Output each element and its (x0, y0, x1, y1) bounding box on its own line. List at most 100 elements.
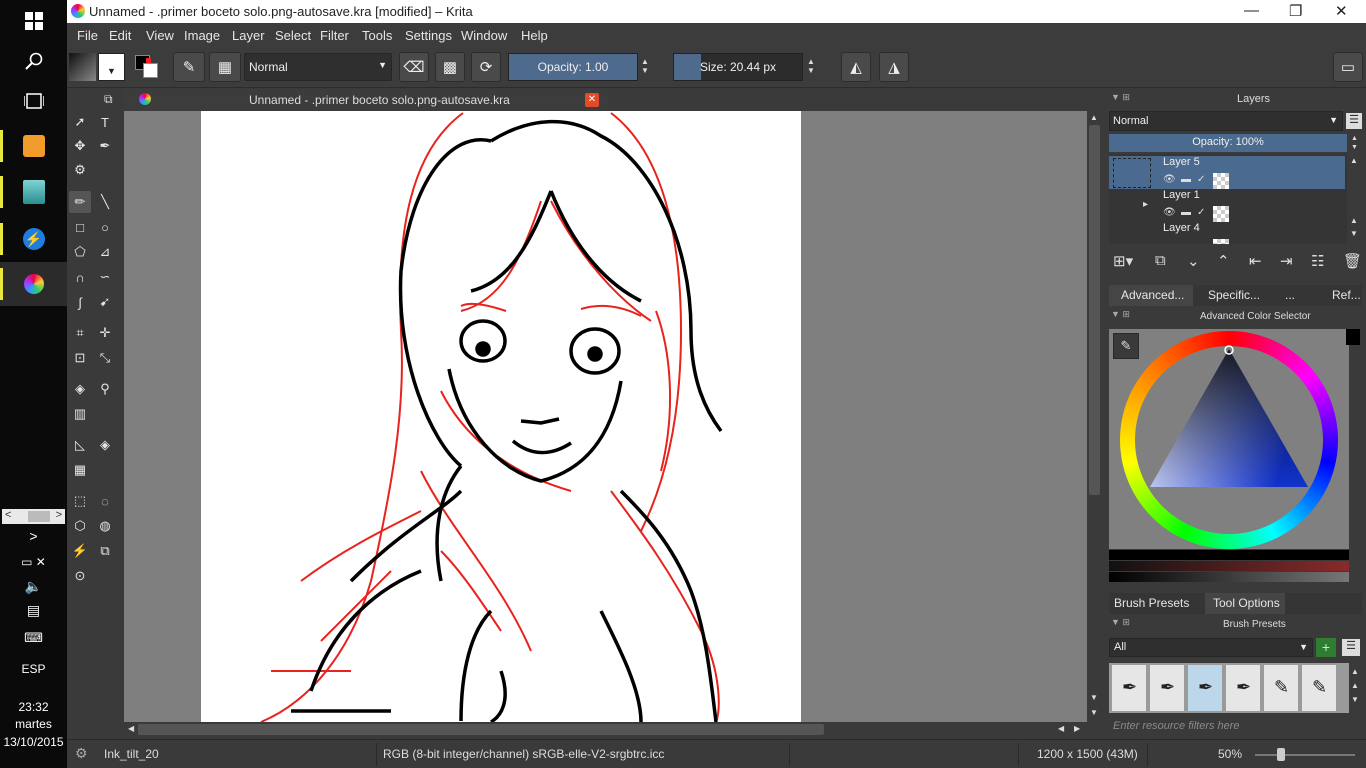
crop-tool-icon[interactable]: ⌗ (69, 322, 91, 344)
foreground-background-color[interactable] (133, 53, 161, 81)
layer-options-icon[interactable]: ☰ (1346, 113, 1362, 129)
gradient-tool-icon[interactable]: ▥ (69, 403, 91, 425)
brush-preset-tile[interactable]: ✎ (1302, 665, 1336, 711)
freehand-brush-tool-icon[interactable]: ✏ (69, 191, 91, 213)
delete-layer-icon[interactable]: 🗑 (1343, 252, 1362, 270)
media-app-icon[interactable] (0, 124, 67, 168)
color-history-bar[interactable] (1109, 550, 1349, 560)
dynamic-brush-tool-icon[interactable]: ∫ (69, 291, 91, 313)
menu-tools[interactable]: Tools (362, 28, 392, 43)
preset-scroll-icon[interactable]: ▲ ▲ ▼ (1351, 665, 1359, 707)
opacity-slider[interactable]: Opacity: 1.00 (508, 53, 638, 81)
similar-color-selection-tool-icon[interactable]: ⧉ (94, 540, 116, 562)
clock-time[interactable]: 23:32 (0, 700, 67, 714)
thunderbolt-app-icon[interactable]: ⚡ (0, 217, 67, 261)
grid-tool-icon[interactable]: ▦ (69, 459, 91, 481)
color-shade-bar[interactable] (1109, 561, 1349, 571)
task-view-icon[interactable] (0, 88, 67, 114)
menu-edit[interactable]: Edit (109, 28, 131, 43)
erase-mode-icon[interactable]: ⌫ (399, 52, 429, 82)
edit-shapes-tool-icon[interactable]: ✥ (69, 135, 91, 157)
float-docker-icon[interactable]: ⧉ (104, 92, 113, 107)
duplicate-layer-icon[interactable]: ⧉ (1155, 252, 1166, 269)
brush-preset-tile[interactable]: ✒ (1112, 665, 1146, 711)
preserve-alpha-icon[interactable]: ▩ (435, 52, 465, 82)
brush-presets-grid-icon[interactable]: ▦ (209, 52, 241, 82)
outline-selection-tool-icon[interactable]: ◍ (94, 515, 116, 537)
brush-tag-select[interactable]: All ▼ (1109, 638, 1313, 657)
calligraphy-tool-icon[interactable]: ✒ (94, 135, 116, 157)
image-app-icon[interactable] (0, 170, 67, 214)
transform-tool-icon[interactable]: ⊡ (69, 347, 91, 369)
clock-date[interactable]: 13/10/2015 (0, 735, 67, 749)
rectangle-tool-icon[interactable]: □ (69, 216, 91, 238)
layer-row-5[interactable]: Layer 5 👁 ▬ ✓ (1109, 156, 1345, 189)
color-picker-tool-icon[interactable]: ⚲ (94, 378, 116, 400)
reload-preset-icon[interactable]: ⟳ (471, 52, 501, 82)
layer-row-4[interactable]: Layer 4 (1109, 222, 1345, 244)
volume-icon[interactable]: 🔈 (0, 578, 67, 595)
restore-icon[interactable]: ❐ (1289, 2, 1302, 20)
alpha-lock-icon[interactable] (1213, 239, 1229, 244)
close-document-icon[interactable]: ✕ (585, 93, 599, 107)
move-layer-down-icon[interactable]: ⌄ (1187, 252, 1200, 270)
layer-list-scrollbar[interactable]: ▲ ▲ ▼ (1350, 156, 1362, 242)
zoom-level[interactable]: 50% (1218, 747, 1242, 761)
docker-collapse-icon[interactable]: ▼ ⊞ (1111, 309, 1130, 320)
measure-tool-icon[interactable]: ⤡ (94, 347, 116, 369)
brush-preset-tile[interactable]: ✒ (1226, 665, 1260, 711)
menu-layer[interactable]: Layer (232, 28, 265, 43)
size-stepper-icon[interactable]: ▲ ▼ (807, 57, 815, 75)
inherit-alpha-icon[interactable]: ✓ (1197, 174, 1205, 185)
contiguous-selection-tool-icon[interactable]: ⚡ (69, 540, 91, 562)
taskbar-scroll[interactable]: < > (2, 509, 65, 524)
resource-filter-input[interactable]: Enter resource filters here (1109, 718, 1362, 736)
layer-row-1[interactable]: ▸ Layer 1 👁 ▬ ✓ (1109, 189, 1345, 222)
move-layer-up-icon[interactable]: ⌃ (1217, 252, 1230, 270)
zoom-slider[interactable] (1255, 748, 1355, 761)
horizontal-scrollbar[interactable]: ◀ ◀ ▶ (124, 722, 1087, 737)
layer-properties-icon[interactable]: ☷ (1311, 252, 1324, 270)
polygonal-selection-tool-icon[interactable]: ⬡ (69, 515, 91, 537)
blend-mode-select[interactable]: Normal ▼ (244, 53, 392, 81)
color-selector-panel[interactable]: ✎ (1109, 329, 1349, 549)
tab-reference[interactable]: Ref... (1332, 285, 1361, 306)
mirror-vertical-icon[interactable]: ◮ (879, 52, 909, 82)
clock-day[interactable]: martes (0, 717, 67, 731)
menu-image[interactable]: Image (184, 28, 220, 43)
menu-filter[interactable]: Filter (320, 28, 349, 43)
workspace-chooser-icon[interactable]: ▭ (1333, 52, 1363, 82)
tab-tool-options[interactable]: Tool Options (1205, 593, 1285, 614)
pattern-selector[interactable]: ▼ (98, 53, 125, 81)
minimize-icon[interactable]: — (1244, 2, 1259, 19)
brush-preset-tile[interactable]: ✒ (1150, 665, 1184, 711)
gradient-selector[interactable] (69, 53, 96, 81)
krita-app-icon[interactable] (0, 262, 67, 306)
outdent-layer-icon[interactable]: ⇥ (1280, 252, 1293, 270)
search-icon[interactable] (0, 48, 67, 74)
opacity-stepper-icon[interactable]: ▲ ▼ (641, 57, 649, 75)
document-tab[interactable]: Unnamed - .primer boceto solo.png-autosa… (124, 89, 608, 111)
multibrush-tool-icon[interactable]: ➹ (94, 291, 116, 313)
bezier-selection-tool-icon[interactable]: ⊙ (69, 565, 91, 587)
layer-opacity-slider[interactable]: Opacity: 100% (1109, 134, 1347, 152)
zoom-slider-handle[interactable] (1277, 748, 1285, 761)
menu-settings[interactable]: Settings (405, 28, 452, 43)
tab-more[interactable]: ... (1285, 285, 1295, 306)
text-tool-icon[interactable]: T (94, 111, 116, 133)
battery-network-icon[interactable]: ▭ ✕ (0, 555, 67, 569)
fill-tool-icon[interactable]: ◈ (69, 378, 91, 400)
color-swatch[interactable] (1346, 329, 1360, 345)
visibility-eye-icon[interactable]: 👁 (1163, 174, 1176, 185)
elliptical-selection-tool-icon[interactable]: ◌ (94, 490, 116, 512)
polygon-tool-icon[interactable]: ⬠ (69, 241, 91, 263)
size-slider[interactable]: Size: 20.44 px (673, 53, 803, 81)
menu-view[interactable]: View (146, 28, 174, 43)
add-layer-icon[interactable]: ⊞▾ (1113, 252, 1133, 270)
brush-preset-tile[interactable]: ✎ (1264, 665, 1298, 711)
hue-ring[interactable] (1120, 331, 1338, 549)
close-icon[interactable]: ✕ (1335, 2, 1348, 20)
lock-icon[interactable]: ▬ (1181, 207, 1191, 218)
add-tag-icon[interactable]: + (1316, 638, 1336, 657)
docker-collapse-icon[interactable]: ▼ ⊞ (1111, 617, 1130, 628)
